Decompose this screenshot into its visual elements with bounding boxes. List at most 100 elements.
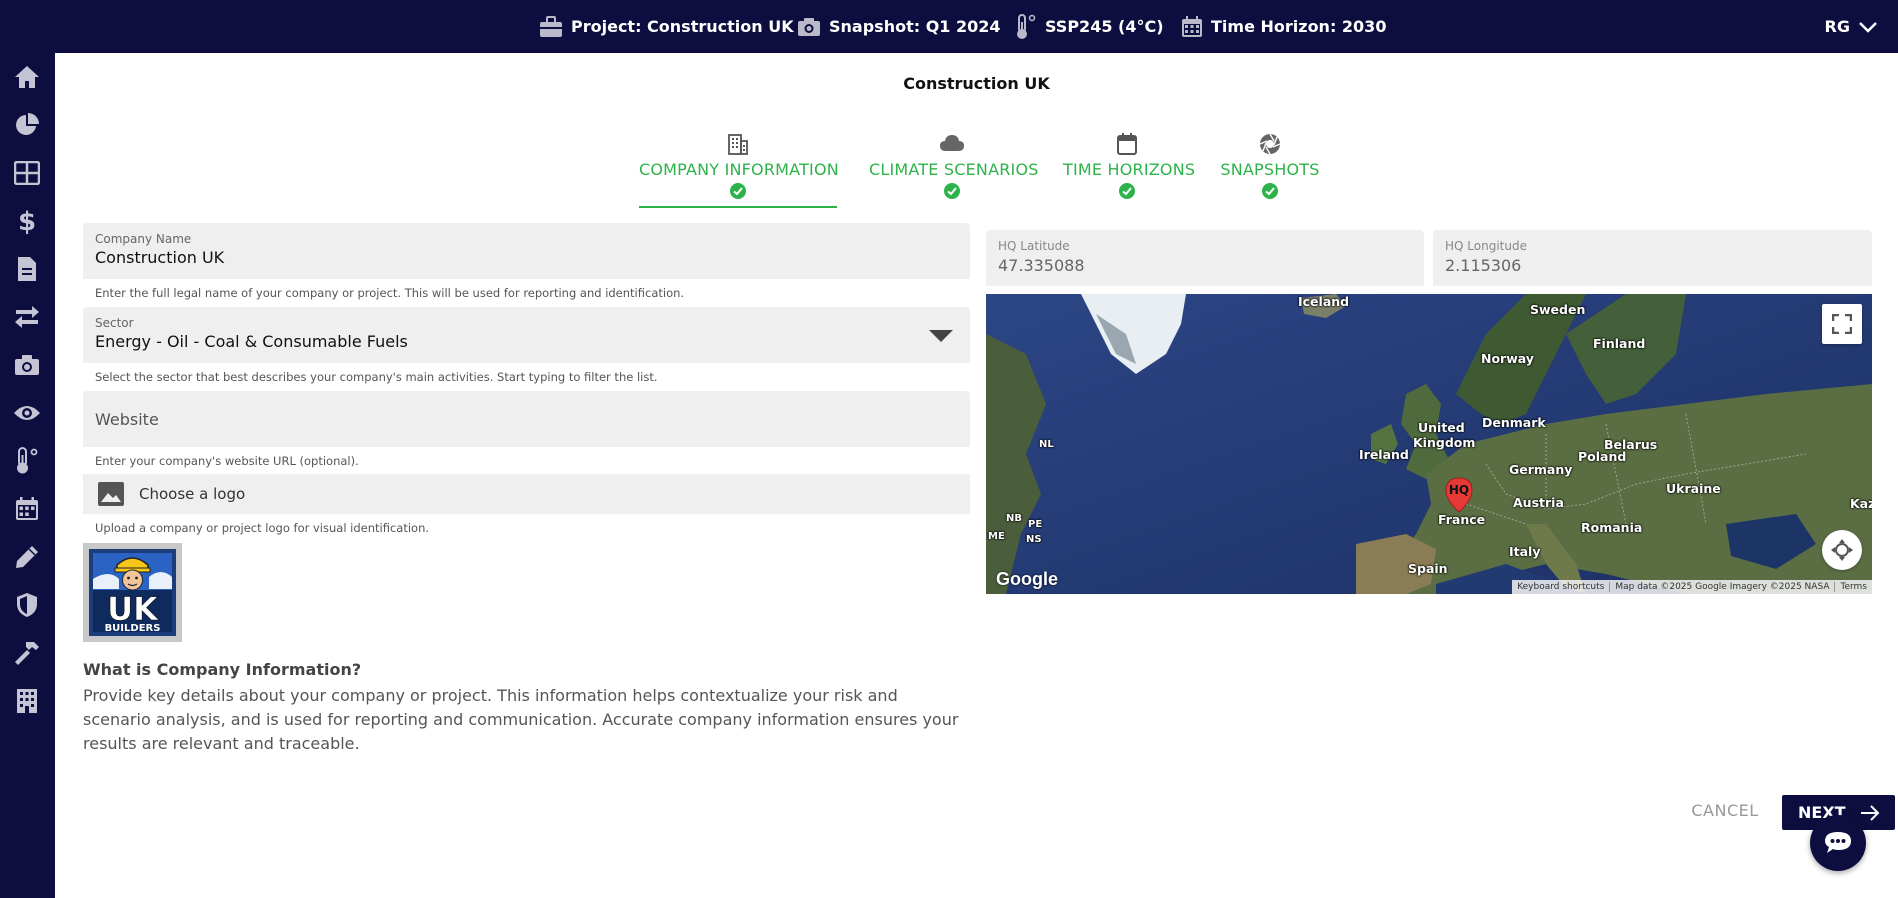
swap-icon[interactable] <box>13 303 41 331</box>
hq-latitude-value: 47.335088 <box>998 256 1085 275</box>
map-label: Ireland <box>1359 447 1409 462</box>
map-label: Belarus <box>1604 437 1658 452</box>
pie-chart-icon[interactable] <box>13 111 41 139</box>
map-label: Austria <box>1513 495 1564 510</box>
hq-map[interactable]: Iceland Sweden Finland Norway United Kin… <box>986 294 1872 594</box>
camera-control-icon <box>1831 539 1853 561</box>
map-label: PE <box>1028 519 1043 530</box>
fullscreen-icon <box>1832 314 1852 334</box>
briefcase-icon <box>540 15 562 37</box>
dollar-icon[interactable]: $ <box>13 207 41 235</box>
step-label: TIME HORIZONS <box>1063 160 1196 179</box>
sector-label: Sector <box>95 316 134 330</box>
sector-select[interactable]: Sector Energy - Oil - Coal & Consumable … <box>83 307 970 363</box>
map-label: Iceland <box>1298 294 1350 309</box>
hq-latitude-field[interactable]: HQ Latitude 47.335088 <box>986 230 1424 286</box>
image-icon <box>98 482 124 506</box>
map-label: NB <box>1006 513 1022 524</box>
camera-icon[interactable] <box>13 351 41 379</box>
eye-icon[interactable] <box>13 399 41 427</box>
map-label: United <box>1418 420 1465 435</box>
calendar-icon[interactable] <box>13 495 41 523</box>
time-horizon-label: Time Horizon: 2030 <box>1211 17 1387 36</box>
project-label: Project: Construction UK <box>571 17 794 36</box>
google-logo: Google <box>996 569 1058 589</box>
scenario-context[interactable]: SSP245 (4°C) <box>1015 0 1164 53</box>
website-input[interactable]: Website <box>83 391 970 447</box>
map-label: Finland <box>1593 336 1646 351</box>
step-snapshots[interactable]: SNAPSHOTS <box>1220 132 1320 208</box>
check-circle-icon <box>1262 183 1278 199</box>
map-label: Kingdom <box>1413 435 1476 450</box>
step-company-information[interactable]: COMPANY INFORMATION <box>639 132 839 208</box>
camera-control-button[interactable] <box>1822 530 1862 570</box>
map-label: ME <box>988 531 1005 542</box>
website-helper: Enter your company's website URL (option… <box>95 454 359 468</box>
map-label: Denmark <box>1482 415 1546 430</box>
arrow-right-icon <box>1860 804 1879 821</box>
map-label: NS <box>1026 534 1042 545</box>
caret-down-icon[interactable] <box>928 329 954 343</box>
hq-longitude-label: HQ Longitude <box>1445 239 1527 253</box>
scenario-label: SSP245 (4°C) <box>1045 17 1164 36</box>
step-climate-scenarios[interactable]: CLIMATE SCENARIOS <box>869 132 1038 208</box>
company-name-value: Construction UK <box>95 248 225 267</box>
pencil-icon[interactable] <box>13 543 41 571</box>
grid-icon[interactable] <box>13 159 41 187</box>
choose-logo-label: Choose a logo <box>139 485 246 503</box>
hq-marker[interactable]: HQ <box>1444 477 1474 513</box>
thermometer-icon[interactable] <box>13 447 41 475</box>
hq-longitude-value: 2.115306 <box>1445 256 1522 275</box>
map-data-text: Map data ©2025 Google Imagery ©2025 NASA <box>1610 582 1836 592</box>
map-label: Italy <box>1509 544 1541 559</box>
shield-icon[interactable] <box>13 591 41 619</box>
project-context[interactable]: Project: Construction UK <box>539 0 794 53</box>
map-label: NL <box>1039 439 1054 450</box>
logo-helper: Upload a company or project logo for vis… <box>95 521 430 535</box>
check-circle-icon <box>730 183 746 199</box>
info-text: Provide key details about your company o… <box>83 686 959 753</box>
user-menu[interactable]: RG <box>1825 0 1878 53</box>
website-placeholder: Website <box>95 409 159 429</box>
check-circle-icon <box>1119 183 1135 199</box>
choose-logo-button[interactable]: Choose a logo <box>83 474 970 514</box>
fullscreen-button[interactable] <box>1822 304 1862 344</box>
thermometer-icon <box>1017 13 1036 39</box>
hq-marker-label: HQ <box>1448 483 1470 497</box>
step-label: SNAPSHOTS <box>1220 160 1320 179</box>
step-label: COMPANY INFORMATION <box>639 160 839 179</box>
document-icon[interactable] <box>13 255 41 283</box>
step-time-horizons[interactable]: TIME HORIZONS <box>1063 132 1196 208</box>
info-title: What is Company Information? <box>83 660 362 679</box>
company-name-field[interactable]: Company Name Construction UK <box>83 223 970 279</box>
page-title: Construction UK <box>903 74 1050 93</box>
map-attribution: Keyboard shortcuts Map data ©2025 Google… <box>1512 580 1872 594</box>
chevron-down-icon <box>1859 21 1877 33</box>
terms-link[interactable]: Terms <box>1835 582 1872 592</box>
snapshot-label: Snapshot: Q1 2024 <box>829 17 1001 36</box>
chat-button[interactable] <box>1810 815 1866 871</box>
company-name-label: Company Name <box>95 232 192 246</box>
map-label: Norway <box>1481 351 1534 366</box>
building-icon <box>728 134 748 155</box>
logo-preview: UK BUILDERS <box>83 543 182 642</box>
keyboard-shortcuts-link[interactable]: Keyboard shortcuts <box>1512 582 1611 592</box>
building-icon[interactable] <box>13 687 41 715</box>
cancel-button[interactable]: CANCEL <box>1680 798 1770 824</box>
map-label: Spain <box>1408 561 1448 576</box>
hq-longitude-field[interactable]: HQ Longitude 2.115306 <box>1433 230 1872 286</box>
hq-latitude-label: HQ Latitude <box>998 239 1070 253</box>
svg-text:$: $ <box>18 207 36 235</box>
uk-builders-logo: UK BUILDERS <box>89 549 176 636</box>
company-name-helper: Enter the full legal name of your compan… <box>95 286 685 300</box>
home-icon[interactable] <box>13 63 41 91</box>
time-horizon-context[interactable]: Time Horizon: 2030 <box>1181 0 1386 53</box>
aperture-icon <box>1259 133 1281 155</box>
hammer-icon[interactable] <box>13 639 41 667</box>
logo-text-builders: BUILDERS <box>105 623 161 634</box>
camera-icon <box>798 17 820 36</box>
snapshot-context[interactable]: Snapshot: Q1 2024 <box>797 0 1001 53</box>
sector-helper: Select the sector that best describes yo… <box>95 370 658 384</box>
top-bar: Project: Construction UK Snapshot: Q1 20… <box>0 0 1898 53</box>
calendar-icon <box>1117 133 1137 155</box>
